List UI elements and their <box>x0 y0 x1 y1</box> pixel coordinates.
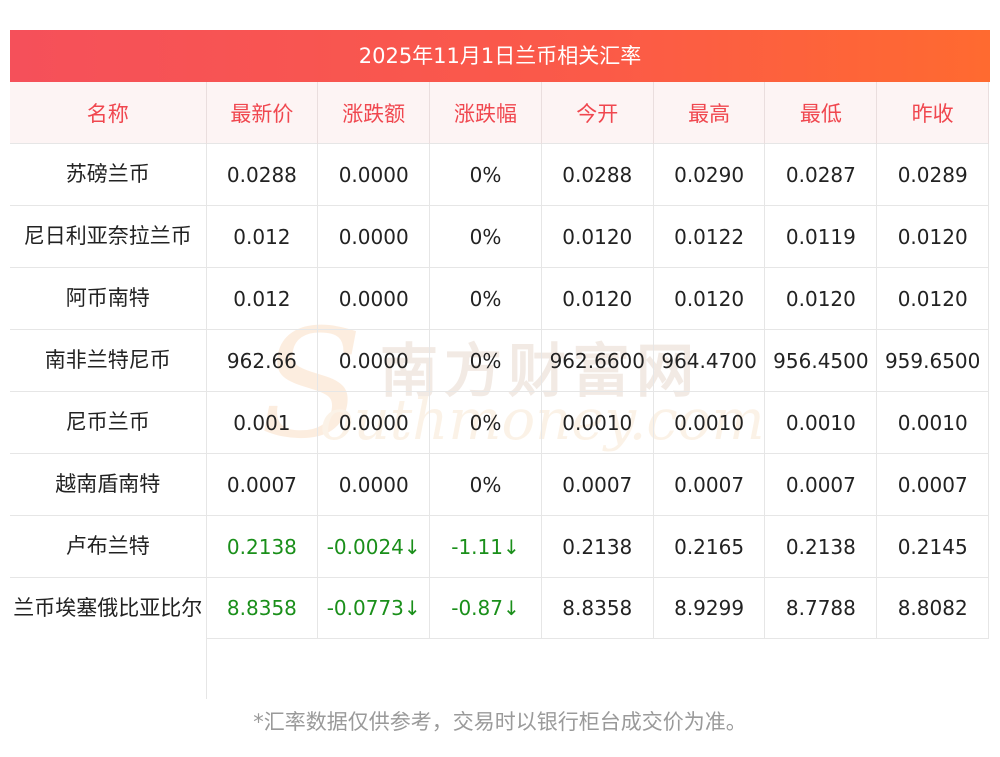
cell-change-pct: 0% <box>429 267 542 330</box>
header-latest: 最新价 <box>206 82 319 144</box>
cell-high: 0.2165 <box>653 515 766 578</box>
cell-change-pct: 0% <box>429 453 542 516</box>
cell-low: 0.2138 <box>764 515 878 578</box>
cell-change: 0.0000 <box>317 329 431 392</box>
table-header-row: 名称 最新价 涨跌额 涨跌幅 今开 最高 最低 昨收 <box>10 82 990 144</box>
cell-high: 964.4700 <box>653 329 766 392</box>
table-row: 南非兰特尼币 962.66 0.0000 0% 962.6600 964.470… <box>10 329 990 392</box>
page-title: 2025年11月1日兰币相关汇率 <box>358 44 642 68</box>
cell-change-pct: 0% <box>429 143 542 206</box>
cell-change: 0.0000 <box>317 205 431 268</box>
cell-high: 0.0120 <box>653 267 766 330</box>
cell-prev-close: 0.0120 <box>876 267 990 330</box>
cell-latest: 0.2138 <box>206 515 319 578</box>
cell-name: 尼币兰币 <box>10 391 207 454</box>
cell-change-pct: 0% <box>429 391 542 454</box>
table-row: 尼币兰币 0.001 0.0000 0% 0.0010 0.0010 0.001… <box>10 391 990 454</box>
cell-open: 0.0010 <box>541 391 654 454</box>
cell-low: 0.0120 <box>764 267 878 330</box>
cell-open: 0.0120 <box>541 205 654 268</box>
header-name: 名称 <box>10 82 207 144</box>
header-change: 涨跌额 <box>317 82 431 144</box>
exchange-rate-table: 名称 最新价 涨跌额 涨跌幅 今开 最高 最低 昨收 苏磅兰币 0.0288 0… <box>10 82 990 699</box>
cell-latest: 0.0288 <box>206 143 319 206</box>
table-row: 尼日利亚奈拉兰币 0.012 0.0000 0% 0.0120 0.0122 0… <box>10 205 990 268</box>
cell-prev-close: 0.0289 <box>876 143 990 206</box>
cell-prev-close: 0.0010 <box>876 391 990 454</box>
cell-name: 苏磅兰币 <box>10 143 207 206</box>
cell-prev-close: 959.6500 <box>876 329 990 392</box>
header-open: 今开 <box>541 82 654 144</box>
cell-open: 8.8358 <box>541 577 654 639</box>
header-prev-close: 昨收 <box>876 82 990 144</box>
cell-latest: 0.001 <box>206 391 319 454</box>
cell-change: -0.0773↓ <box>317 577 431 639</box>
cell-prev-close: 0.0007 <box>876 453 990 516</box>
header-low: 最低 <box>764 82 878 144</box>
cell-low: 0.0007 <box>764 453 878 516</box>
cell-name: 尼日利亚奈拉兰币 <box>10 205 207 268</box>
table-row: 阿币南特 0.012 0.0000 0% 0.0120 0.0120 0.012… <box>10 267 990 330</box>
cell-prev-close: 0.2145 <box>876 515 990 578</box>
cell-open: 0.0007 <box>541 453 654 516</box>
cell-open: 962.6600 <box>541 329 654 392</box>
cell-change: -0.0024↓ <box>317 515 431 578</box>
table-row: 越南盾南特 0.0007 0.0000 0% 0.0007 0.0007 0.0… <box>10 453 990 516</box>
cell-change-pct: -0.87↓ <box>429 577 542 639</box>
cell-change-pct: -1.11↓ <box>429 515 542 578</box>
cell-latest: 8.8358 <box>206 577 319 639</box>
cell-change: 0.0000 <box>317 267 431 330</box>
cell-change: 0.0000 <box>317 391 431 454</box>
cell-name: 阿币南特 <box>10 267 207 330</box>
cell-latest: 0.0007 <box>206 453 319 516</box>
cell-change: 0.0000 <box>317 453 431 516</box>
header-change-pct: 涨跌幅 <box>429 82 542 144</box>
cell-prev-close: 0.0120 <box>876 205 990 268</box>
cell-high: 0.0290 <box>653 143 766 206</box>
cell-low: 8.7788 <box>764 577 878 639</box>
cell-latest: 962.66 <box>206 329 319 392</box>
cell-latest: 0.012 <box>206 205 319 268</box>
cell-high: 0.0122 <box>653 205 766 268</box>
disclaimer: *汇率数据仅供参考，交易时以银行柜台成交价为准。 <box>253 710 747 734</box>
cell-high: 0.0007 <box>653 453 766 516</box>
cell-change-pct: 0% <box>429 329 542 392</box>
cell-low: 0.0287 <box>764 143 878 206</box>
cell-name: 越南盾南特 <box>10 453 207 516</box>
cell-open: 0.2138 <box>541 515 654 578</box>
page-title-banner: 2025年11月1日兰币相关汇率 <box>10 30 990 82</box>
cell-low: 0.0119 <box>764 205 878 268</box>
cell-change: 0.0000 <box>317 143 431 206</box>
cell-latest: 0.012 <box>206 267 319 330</box>
cell-high: 8.9299 <box>653 577 766 639</box>
cell-name: 南非兰特尼币 <box>10 329 207 392</box>
header-high: 最高 <box>653 82 766 144</box>
cell-open: 0.0288 <box>541 143 654 206</box>
cell-name: 卢布兰特 <box>10 515 207 578</box>
cell-low: 956.4500 <box>764 329 878 392</box>
cell-prev-close: 8.8082 <box>876 577 990 639</box>
table-row: 兰币埃塞俄比亚比尔 8.8358 -0.0773↓ -0.87↓ 8.8358 … <box>10 577 990 699</box>
cell-name: 兰币埃塞俄比亚比尔 <box>10 577 207 699</box>
cell-high: 0.0010 <box>653 391 766 454</box>
table-row: 苏磅兰币 0.0288 0.0000 0% 0.0288 0.0290 0.02… <box>10 143 990 206</box>
cell-change-pct: 0% <box>429 205 542 268</box>
cell-low: 0.0010 <box>764 391 878 454</box>
cell-open: 0.0120 <box>541 267 654 330</box>
table-row: 卢布兰特 0.2138 -0.0024↓ -1.11↓ 0.2138 0.216… <box>10 515 990 578</box>
empty-cell <box>206 638 989 699</box>
